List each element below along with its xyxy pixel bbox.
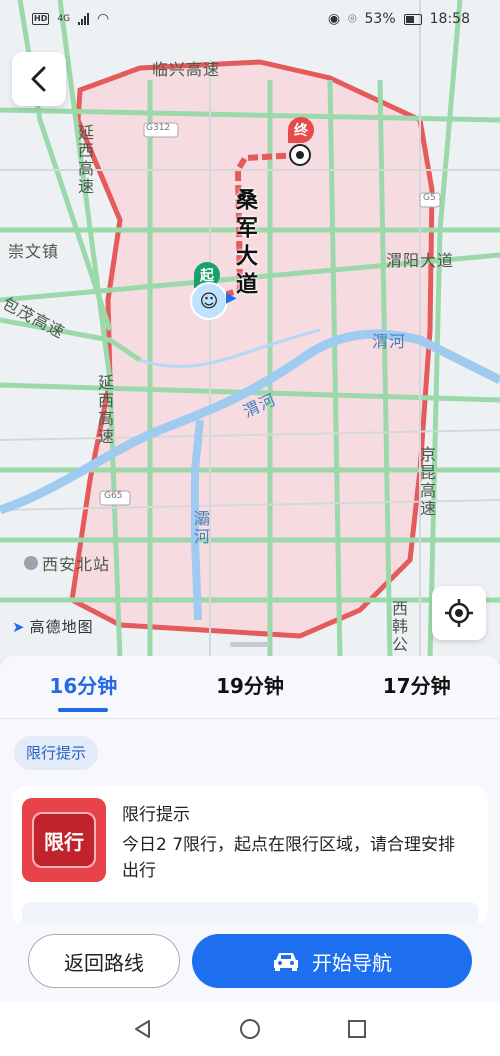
map-label-bahe: 灞河 <box>191 510 210 546</box>
car-icon <box>274 953 298 971</box>
tab-route-2[interactable]: 19分钟 <box>167 664 334 716</box>
shield-g5: G5 <box>423 193 436 203</box>
notice-title: 限行提示 <box>122 805 190 825</box>
nav-recents-icon[interactable] <box>346 1018 368 1040</box>
restriction-notice-card[interactable]: 限行 限行提示 今日2 7限行，起点在限行区域，请合理安排出行 <box>12 786 488 932</box>
return-route-button[interactable]: 返回路线 <box>28 934 180 988</box>
map-label-jingkun: 京昆高速 <box>417 446 436 518</box>
battery-icon <box>403 13 422 25</box>
nav-home-icon[interactable] <box>239 1018 261 1040</box>
amap-logo: ➤ 高德地图 <box>12 616 94 637</box>
end-marker-label: 终 <box>294 123 308 139</box>
eye-icon: ◉ <box>327 11 341 27</box>
notice-text: 今日2 7限行，起点在限行区域，请合理安排出行 <box>122 835 456 881</box>
shield-g65: G65 <box>104 491 123 501</box>
system-nav-bar <box>0 1002 500 1056</box>
clock: 18:58 <box>429 11 470 27</box>
map-label-weihe-right: 渭河 <box>372 332 407 351</box>
tab-route-1[interactable]: 16分钟 <box>0 664 167 716</box>
map-label-xihan: 西韩公 <box>389 600 408 654</box>
battery-percent: 53% <box>364 11 396 27</box>
nav-back-icon[interactable] <box>132 1018 154 1040</box>
tab-route-3[interactable]: 17分钟 <box>333 664 500 716</box>
action-bar: 返回路线 开始导航 <box>0 922 500 1002</box>
network-type: 4G <box>57 14 71 24</box>
hd-icon: HD <box>32 13 50 25</box>
location-icon: ⌾ <box>348 11 357 27</box>
restriction-icon: 限行 <box>22 798 106 882</box>
poi-label: 西安北站 <box>42 555 111 574</box>
divider <box>0 718 500 719</box>
status-bar: HD 4G ◠ ◉ ⌾ 53% 18:58 <box>0 0 500 38</box>
amap-logo-text: 高德地图 <box>29 618 94 636</box>
restriction-chip[interactable]: 限行提示 <box>14 736 99 770</box>
map-label-linxing: 临兴高速 <box>152 60 221 79</box>
route-tabs: 16分钟 19分钟 17分钟 <box>0 664 500 716</box>
back-button[interactable] <box>12 52 66 106</box>
start-navigation-label: 开始导航 <box>312 950 392 975</box>
user-avatar-icon: ☺ <box>190 282 228 320</box>
map-label-chongwen: 崇文镇 <box>8 242 60 261</box>
restriction-icon-text: 限行 <box>32 812 96 868</box>
map-label-yanxi-bottom: 延西高速 <box>95 374 114 446</box>
map-label-yanxi-top: 延西高速 <box>75 124 94 196</box>
heading-arrow-icon: ▶ <box>226 290 237 306</box>
signal-icon <box>78 13 90 25</box>
wifi-icon: ◠ <box>97 11 110 27</box>
end-marker[interactable]: 终 <box>288 117 314 143</box>
amap-arrow-icon: ➤ <box>12 617 26 636</box>
start-navigation-button[interactable]: 开始导航 <box>192 934 472 988</box>
road-name-label: 桑军大道 <box>232 188 257 300</box>
sheet-handle[interactable] <box>230 642 270 647</box>
map-view[interactable]: 临兴高速 延西高速 崇文镇 包茂高速 延西高速 渭阳大道 渭河 渭河 灞河 京昆… <box>0 0 500 660</box>
station-icon <box>24 556 38 570</box>
back-arrow-icon <box>31 66 46 92</box>
map-label-weiyang: 渭阳大道 <box>386 251 455 270</box>
map-poi-xian-north[interactable]: 西安北站 <box>24 551 110 575</box>
shield-g312: G312 <box>146 123 171 133</box>
locate-button[interactable] <box>432 586 486 640</box>
locate-icon <box>445 599 473 627</box>
